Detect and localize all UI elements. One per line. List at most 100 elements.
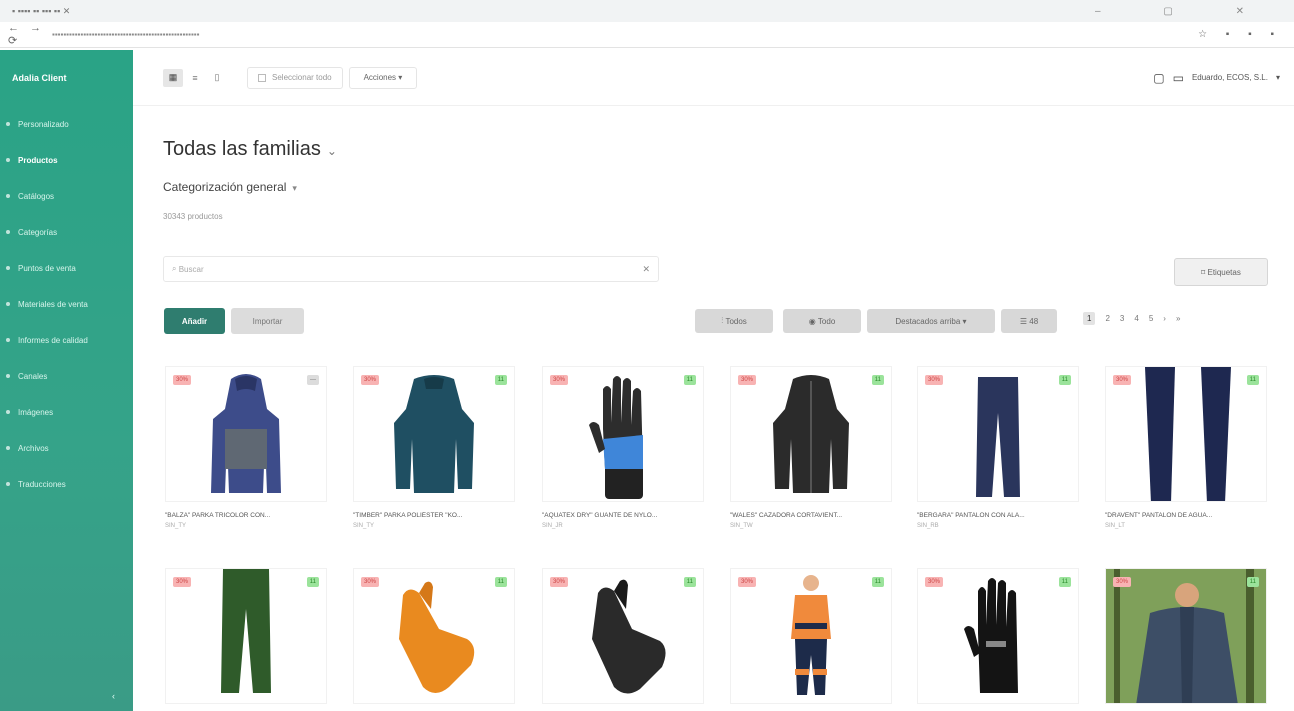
stock-badge: 11: [683, 577, 696, 587]
product-image[interactable]: 30% 11: [542, 366, 704, 502]
labels-button[interactable]: ⌑ Etiquetas: [1174, 258, 1268, 286]
sort-label: Destacados arriba: [895, 316, 961, 326]
product-image[interactable]: 30% 11: [542, 568, 704, 704]
top-right-controls: ▢ ▭ Eduardo, ECOS, S.L. ▾: [1153, 71, 1280, 85]
page-title[interactable]: Todas las familias ⌄: [163, 138, 337, 161]
list-view-icon[interactable]: ≡: [185, 69, 205, 87]
next-page-icon[interactable]: ›: [1163, 314, 1166, 323]
product-count: 30343 productos: [163, 212, 223, 221]
single-view-icon[interactable]: ▯: [207, 69, 227, 87]
product-sku: SIN_JR: [542, 523, 563, 529]
actions-dropdown[interactable]: Acciones ▾: [348, 66, 418, 89]
browser-tab[interactable]: ▪ ▪▪▪▪ ▪▪ ▪▪▪ ▪▪ ✕: [6, 2, 136, 20]
browser-extension-icons[interactable]: ☆ ▪ ▪ ▪: [1198, 29, 1282, 40]
per-page-label: 48: [1029, 316, 1039, 326]
visibility-button[interactable]: ◉ Todo: [783, 309, 861, 333]
product-image[interactable]: 30% 11: [1105, 366, 1267, 502]
product-image[interactable]: 30% 11: [917, 568, 1079, 704]
brand-logo[interactable]: Adalia Client: [0, 50, 133, 106]
stock-badge: 11: [494, 375, 507, 385]
discount-badge: 30%: [1113, 375, 1132, 385]
search-icon: ⌕: [172, 264, 179, 273]
chevron-down-icon[interactable]: ▾: [1276, 73, 1280, 82]
select-all-button[interactable]: Seleccionar todo: [247, 66, 343, 89]
product-image[interactable]: 30% 11: [353, 366, 515, 502]
browser-nav-icons[interactable]: ← → ⟳: [0, 22, 52, 47]
product-name[interactable]: "AQUATEX DRY" GUANTE DE NYLO...: [542, 512, 704, 519]
sidebar-item-archivos[interactable]: Archivos: [0, 430, 133, 466]
product-name[interactable]: "DRAVENT" PANTALÓN DE AGUA...: [1105, 512, 1267, 519]
product-sku: SIN_TY: [165, 523, 187, 529]
stock-badge: 11: [1058, 375, 1071, 385]
sidebar-item-productos[interactable]: Productos: [0, 142, 133, 178]
product-name[interactable]: "BALZA" PARKA TRICOLOR CON...: [165, 512, 327, 519]
categorization-selector[interactable]: Categorización general ▾: [163, 180, 297, 194]
product-image[interactable]: 30% 11: [165, 568, 327, 704]
collapse-sidebar-icon[interactable]: ‹: [112, 691, 115, 701]
stock-badge: 11: [1246, 375, 1259, 385]
product-sku: SIN_RB: [917, 523, 939, 529]
window-controls[interactable]: – ▢ ✕: [1095, 6, 1274, 17]
discount-badge: 30%: [925, 577, 944, 587]
sidebar-item-catalogos[interactable]: Catálogos: [0, 178, 133, 214]
page-4[interactable]: 4: [1134, 314, 1138, 323]
product-image[interactable]: 30% —: [165, 366, 327, 502]
page-1[interactable]: 1: [1083, 312, 1096, 325]
chevron-down-icon: ⌄: [326, 144, 337, 158]
glove-image: [589, 376, 643, 499]
product-sku: SIN_TW: [730, 523, 753, 529]
url-field[interactable]: ▪▪▪▪▪▪▪▪▪▪▪▪▪▪▪▪▪▪▪▪▪▪▪▪▪▪▪▪▪▪▪▪▪▪▪▪▪▪▪▪…: [52, 30, 412, 39]
product-image[interactable]: 30% 11: [730, 568, 892, 704]
actions-label: Acciones: [363, 73, 397, 82]
stock-badge: 11: [1058, 577, 1071, 587]
search-input[interactable]: ⌕ Buscar ✕: [163, 256, 659, 282]
knit-glove-image: [964, 578, 1018, 693]
grid-view-icon[interactable]: ▦: [163, 68, 183, 87]
search-placeholder: Buscar: [178, 264, 204, 274]
page-5[interactable]: 5: [1149, 314, 1153, 323]
workwear-person-image: [791, 575, 831, 695]
parka-image: [394, 375, 474, 493]
discount-badge: 30%: [925, 375, 944, 385]
last-page-icon[interactable]: »: [1176, 314, 1180, 323]
chat-icon[interactable]: ▭: [1173, 71, 1184, 85]
chevron-down-icon: ▾: [292, 183, 297, 193]
sidebar-item-informes-de-calidad[interactable]: Informes de calidad: [0, 322, 133, 358]
add-button[interactable]: Añadir: [164, 308, 225, 334]
per-page-dropdown[interactable]: ☰ 48: [1001, 309, 1057, 333]
import-button[interactable]: Importar: [231, 308, 304, 334]
chevron-down-icon: ▾: [960, 316, 967, 326]
discount-badge: 30%: [738, 577, 757, 587]
clear-icon[interactable]: ✕: [642, 264, 650, 275]
product-name[interactable]: "TIMBER" PARKA POLIÉSTER "KO...: [353, 512, 515, 519]
sidebar-item-personalizado[interactable]: Personalizado: [0, 106, 133, 142]
sidebar-item-materiales-de-venta[interactable]: Materiales de venta: [0, 286, 133, 322]
company-selector[interactable]: Eduardo, ECOS, S.L.: [1192, 73, 1268, 82]
discount-badge: 30%: [550, 375, 569, 385]
sidebar-item-canales[interactable]: Canales: [0, 358, 133, 394]
help-icon[interactable]: ▢: [1153, 71, 1164, 85]
product-image[interactable]: 30% 11: [1105, 568, 1267, 704]
top-toolbar: ▦ ≡ ▯ Seleccionar todo Acciones ▾ ▢ ▭ Ed…: [133, 50, 1294, 106]
page-2[interactable]: 2: [1105, 314, 1109, 323]
jacket-image: [773, 375, 849, 493]
page-3[interactable]: 3: [1120, 314, 1124, 323]
product-name[interactable]: "BERGARA" PANTALÓN CON ALA...: [917, 512, 1079, 519]
list-icon: ☰: [1019, 316, 1030, 326]
product-image[interactable]: 30% 11: [730, 366, 892, 502]
sidebar-item-puntos-de-venta[interactable]: Puntos de venta: [0, 250, 133, 286]
stock-badge: —: [307, 375, 319, 385]
product-image[interactable]: 30% 11: [917, 366, 1079, 502]
sidebar-item-categorias[interactable]: Categorías: [0, 214, 133, 250]
sidebar: Adalia Client Personalizado Productos Ca…: [0, 50, 133, 711]
select-all-label: Seleccionar todo: [272, 73, 332, 82]
discount-badge: 30%: [1113, 577, 1132, 587]
filter-button[interactable]: ⫶ Todos: [695, 309, 773, 333]
product-name[interactable]: "WALES" CAZADORA CORTAVIENT...: [730, 512, 892, 519]
stock-badge: 11: [871, 375, 884, 385]
sidebar-item-traducciones[interactable]: Traducciones: [0, 466, 133, 502]
sort-dropdown[interactable]: Destacados arriba ▾: [867, 309, 995, 333]
sidebar-item-imagenes[interactable]: Imágenes: [0, 394, 133, 430]
fleece-jacket-photo: [1106, 569, 1266, 703]
product-image[interactable]: 30% 11: [353, 568, 515, 704]
